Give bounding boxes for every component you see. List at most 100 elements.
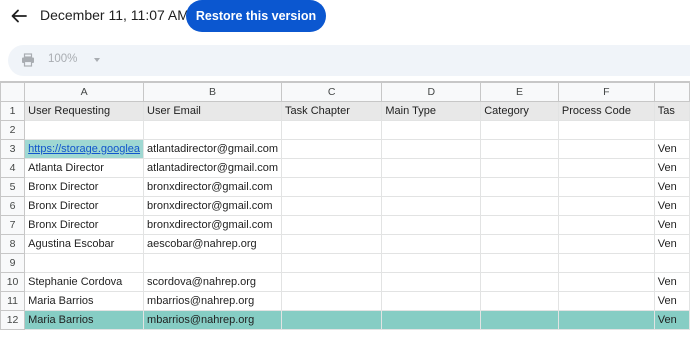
sheet-cell[interactable]: [143, 120, 283, 140]
sheet-cell[interactable]: Bronx Director: [24, 215, 145, 235]
sheet-cell[interactable]: Ven: [653, 158, 690, 178]
sheet-cell[interactable]: [281, 215, 383, 235]
sheet-cell[interactable]: [557, 139, 655, 159]
sheet-cell[interactable]: [480, 291, 559, 311]
sheet-cell[interactable]: atlantadirector@gmail.com: [143, 158, 283, 178]
sheet-cell[interactable]: [381, 234, 482, 254]
column-header[interactable]: E: [480, 82, 559, 102]
column-header[interactable]: B: [143, 82, 283, 102]
row-number[interactable]: 5: [0, 177, 26, 197]
row-number[interactable]: 2: [0, 120, 26, 140]
sheet-cell[interactable]: [24, 253, 145, 273]
sheet-cell[interactable]: [281, 158, 383, 178]
sheet-cell[interactable]: mbarrios@nahrep.org: [143, 310, 283, 330]
row-number[interactable]: 3: [0, 139, 26, 159]
sheet-cell[interactable]: [381, 291, 482, 311]
sheet-cell[interactable]: [557, 234, 655, 254]
sheet-cell[interactable]: Ven: [653, 234, 690, 254]
sheet-cell[interactable]: [281, 272, 383, 292]
sheet-cell[interactable]: Maria Barrios: [24, 291, 145, 311]
sheet-cell[interactable]: [281, 139, 383, 159]
sheet-cell[interactable]: [557, 177, 655, 197]
sheet-cell[interactable]: Agustina Escobar: [24, 234, 145, 254]
sheet-cell[interactable]: [381, 177, 482, 197]
row-number[interactable]: 4: [0, 158, 26, 178]
sheet-cell[interactable]: Category: [480, 101, 559, 121]
sheet-cell[interactable]: User Email: [143, 101, 283, 121]
column-header[interactable]: D: [381, 82, 482, 102]
sheet-cell[interactable]: [480, 253, 559, 273]
sheet-cell[interactable]: atlantadirector@gmail.com: [143, 139, 283, 159]
sheet-cell[interactable]: [281, 196, 383, 216]
sheet-cell[interactable]: [557, 291, 655, 311]
sheet-cell[interactable]: Bronx Director: [24, 177, 145, 197]
sheet-cell[interactable]: bronxdirector@gmail.com: [143, 177, 283, 197]
zoom-select[interactable]: 100%: [48, 53, 77, 65]
chevron-down-icon[interactable]: [94, 58, 100, 62]
sheet-cell[interactable]: [480, 120, 559, 140]
sheet-cell[interactable]: [557, 158, 655, 178]
sheet-cell[interactable]: [281, 177, 383, 197]
sheet-cell[interactable]: [557, 215, 655, 235]
select-all-corner[interactable]: [0, 82, 26, 102]
sheet-cell[interactable]: [557, 272, 655, 292]
sheet-cell[interactable]: [480, 234, 559, 254]
sheet-cell[interactable]: Ven: [653, 177, 690, 197]
column-header[interactable]: F: [557, 82, 655, 102]
print-icon[interactable]: [21, 53, 35, 67]
sheet-cell[interactable]: [381, 139, 482, 159]
sheet-cell[interactable]: Ven: [653, 272, 690, 292]
sheet-cell[interactable]: Process Code: [557, 101, 655, 121]
sheet-cell[interactable]: Ven: [653, 215, 690, 235]
sheet-cell[interactable]: mbarrios@nahrep.org: [143, 291, 283, 311]
sheet-cell[interactable]: Atlanta Director: [24, 158, 145, 178]
sheet-cell[interactable]: [281, 310, 383, 330]
sheet-cell[interactable]: [480, 272, 559, 292]
sheet-cell[interactable]: aescobar@nahrep.org: [143, 234, 283, 254]
sheet-cell[interactable]: [381, 215, 482, 235]
sheet-cell[interactable]: [281, 120, 383, 140]
sheet-cell[interactable]: https://storage.googlea: [24, 139, 145, 159]
sheet-cell[interactable]: [480, 310, 559, 330]
column-header[interactable]: A: [24, 82, 145, 102]
sheet-cell[interactable]: [381, 253, 482, 273]
sheet-cell[interactable]: [381, 158, 482, 178]
sheet-cell[interactable]: [480, 158, 559, 178]
sheet-cell[interactable]: Ven: [653, 139, 690, 159]
sheet-cell[interactable]: Bronx Director: [24, 196, 145, 216]
sheet-cell[interactable]: [480, 196, 559, 216]
sheet-cell[interactable]: [281, 234, 383, 254]
cell-link[interactable]: https://storage.googlea: [28, 143, 140, 155]
back-button[interactable]: [8, 5, 30, 27]
row-number[interactable]: 10: [0, 272, 26, 292]
sheet-cell[interactable]: Ven: [653, 291, 690, 311]
sheet-cell[interactable]: [381, 310, 482, 330]
sheet-cell[interactable]: [281, 291, 383, 311]
sheet-cell[interactable]: [24, 120, 145, 140]
sheet-cell[interactable]: [480, 177, 559, 197]
sheet-cell[interactable]: Ven: [653, 310, 690, 330]
sheet-cell[interactable]: [653, 253, 690, 273]
sheet-cell[interactable]: [557, 253, 655, 273]
sheet-cell[interactable]: [381, 196, 482, 216]
row-number[interactable]: 8: [0, 234, 26, 254]
sheet-cell[interactable]: Stephanie Cordova: [24, 272, 145, 292]
sheet-cell[interactable]: [381, 120, 482, 140]
sheet-cell[interactable]: [557, 120, 655, 140]
row-number[interactable]: 7: [0, 215, 26, 235]
sheet-cell[interactable]: bronxdirector@gmail.com: [143, 196, 283, 216]
row-number[interactable]: 9: [0, 253, 26, 273]
row-number[interactable]: 1: [0, 101, 26, 121]
sheet-cell[interactable]: Main Type: [381, 101, 482, 121]
sheet-cell[interactable]: Tas: [653, 101, 690, 121]
sheet-cell[interactable]: Task Chapter: [281, 101, 383, 121]
sheet-cell[interactable]: [381, 272, 482, 292]
sheet-cell[interactable]: [480, 139, 559, 159]
column-header[interactable]: [653, 82, 690, 102]
sheet-cell[interactable]: [143, 253, 283, 273]
sheet-cell[interactable]: [653, 120, 690, 140]
sheet-cell[interactable]: [281, 253, 383, 273]
restore-version-button[interactable]: Restore this version: [186, 0, 326, 32]
sheet-cell[interactable]: Ven: [653, 196, 690, 216]
sheet-cell[interactable]: scordova@nahrep.org: [143, 272, 283, 292]
